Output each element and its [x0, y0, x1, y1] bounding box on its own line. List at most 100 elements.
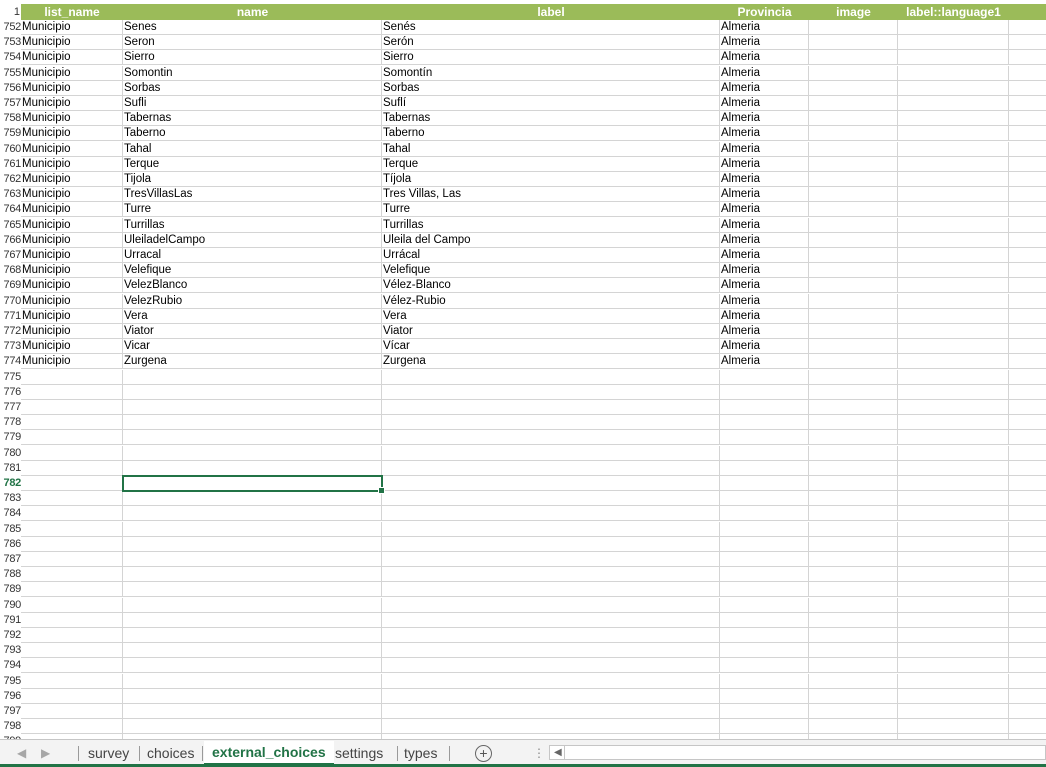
cell-list-name[interactable] — [21, 658, 123, 674]
cell-label[interactable] — [382, 673, 720, 689]
header-row-number[interactable]: 1 — [0, 4, 21, 20]
row-number[interactable]: 790 — [0, 597, 21, 613]
cell-list-name[interactable]: Municipio — [21, 80, 123, 96]
cell-name[interactable] — [123, 643, 382, 659]
cell-provincia[interactable] — [720, 415, 809, 431]
cell-list-name[interactable] — [21, 506, 123, 522]
cell-label[interactable] — [382, 597, 720, 613]
cell-provincia[interactable]: Almeria — [720, 324, 809, 339]
row-number[interactable]: 760 — [0, 141, 21, 157]
cell-label-language1[interactable] — [898, 50, 1009, 66]
cell-image[interactable] — [809, 308, 898, 324]
cell-provincia[interactable] — [720, 384, 809, 400]
cell-name[interactable]: VelezBlanco — [123, 278, 382, 294]
cell-name[interactable]: Taberno — [123, 126, 382, 142]
cell-label-language1[interactable] — [898, 35, 1009, 51]
cell-extra[interactable] — [1009, 20, 1046, 35]
row-number[interactable]: 763 — [0, 187, 21, 203]
cell-provincia[interactable] — [720, 521, 809, 537]
cell-provincia[interactable]: Almeria — [720, 126, 809, 142]
cell-list-name[interactable]: Municipio — [21, 354, 123, 370]
cell-image[interactable] — [809, 80, 898, 96]
cell-provincia[interactable]: Almeria — [720, 96, 809, 111]
cell-image[interactable] — [809, 506, 898, 522]
row-number[interactable]: 789 — [0, 582, 21, 598]
cell-label-language1[interactable] — [898, 141, 1009, 157]
cell-image[interactable] — [809, 628, 898, 643]
cell-label[interactable] — [382, 430, 720, 446]
row-number[interactable]: 779 — [0, 430, 21, 446]
cell-extra[interactable] — [1009, 415, 1046, 430]
cell-provincia[interactable] — [720, 460, 809, 476]
previous-sheet-arrow-icon[interactable]: ◀ — [17, 746, 26, 760]
cell-extra[interactable] — [1009, 461, 1046, 476]
cell-image[interactable] — [809, 415, 898, 431]
cell-provincia[interactable] — [720, 536, 809, 552]
cell-label[interactable] — [382, 552, 720, 567]
row-number[interactable]: 771 — [0, 308, 21, 324]
cell-extra[interactable] — [1009, 142, 1046, 157]
cell-label-language1[interactable] — [898, 673, 1009, 689]
cell-label-language1[interactable] — [898, 278, 1009, 294]
cell-name[interactable] — [123, 673, 382, 689]
cell-extra[interactable] — [1009, 613, 1046, 628]
cell-name[interactable] — [123, 688, 382, 704]
cell-provincia[interactable] — [720, 400, 809, 415]
cell-list-name[interactable] — [21, 415, 123, 431]
cell-provincia[interactable] — [720, 719, 809, 735]
cell-list-name[interactable]: Municipio — [21, 187, 123, 203]
cell-label-language1[interactable] — [898, 719, 1009, 735]
cell-provincia[interactable]: Almeria — [720, 35, 809, 51]
cell-list-name[interactable]: Municipio — [21, 35, 123, 51]
cell-image[interactable] — [809, 673, 898, 689]
cell-provincia[interactable] — [720, 688, 809, 704]
row-number[interactable]: 780 — [0, 445, 21, 461]
cell-extra[interactable] — [1009, 506, 1046, 521]
cell-provincia[interactable]: Almeria — [720, 263, 809, 279]
cell-list-name[interactable] — [21, 384, 123, 400]
cell-label-language1[interactable] — [898, 597, 1009, 613]
cell-label[interactable] — [382, 688, 720, 704]
cell-provincia[interactable] — [720, 582, 809, 598]
cell-image[interactable] — [809, 248, 898, 263]
cell-label[interactable] — [382, 506, 720, 522]
cell-label-language1[interactable] — [898, 491, 1009, 507]
cell-list-name[interactable]: Municipio — [21, 308, 123, 324]
cell-label-language1[interactable] — [898, 65, 1009, 81]
row-number[interactable]: 774 — [0, 354, 21, 370]
cell-provincia[interactable] — [720, 704, 809, 719]
row-number[interactable]: 796 — [0, 688, 21, 704]
cell-name[interactable]: VelezRubio — [123, 293, 382, 309]
cell-extra[interactable] — [1009, 157, 1046, 172]
cell-name[interactable]: Tabernas — [123, 111, 382, 127]
cell-provincia[interactable]: Almeria — [720, 141, 809, 157]
cell-provincia[interactable] — [720, 491, 809, 507]
cell-image[interactable] — [809, 263, 898, 279]
cell-label[interactable] — [382, 415, 720, 431]
cell-label[interactable] — [382, 658, 720, 674]
cell-list-name[interactable]: Municipio — [21, 278, 123, 294]
cell-image[interactable] — [809, 339, 898, 355]
cell-label-language1[interactable] — [898, 415, 1009, 431]
cell-image[interactable] — [809, 232, 898, 248]
cell-label[interactable]: Tíjola — [382, 172, 720, 187]
cell-list-name[interactable] — [21, 445, 123, 461]
cell-extra[interactable] — [1009, 81, 1046, 96]
cell-name[interactable] — [123, 521, 382, 537]
cell-image[interactable] — [809, 324, 898, 339]
cell-label[interactable] — [382, 643, 720, 659]
cell-extra[interactable] — [1009, 263, 1046, 278]
cell-label[interactable] — [382, 491, 720, 507]
cell-provincia[interactable]: Almeria — [720, 293, 809, 309]
cell-extra[interactable] — [1009, 400, 1046, 415]
cell-label-language1[interactable] — [898, 536, 1009, 552]
cell-name[interactable] — [123, 597, 382, 613]
cell-label[interactable]: Sierro — [382, 50, 720, 66]
cell-label-language1[interactable] — [898, 354, 1009, 370]
cell-extra[interactable] — [1009, 552, 1046, 567]
row-number[interactable]: 784 — [0, 506, 21, 522]
cell-name[interactable]: Seron — [123, 35, 382, 51]
column-header-list-name[interactable]: list_name — [21, 4, 123, 20]
cell-list-name[interactable]: Municipio — [21, 96, 123, 111]
row-number[interactable]: 793 — [0, 643, 21, 659]
